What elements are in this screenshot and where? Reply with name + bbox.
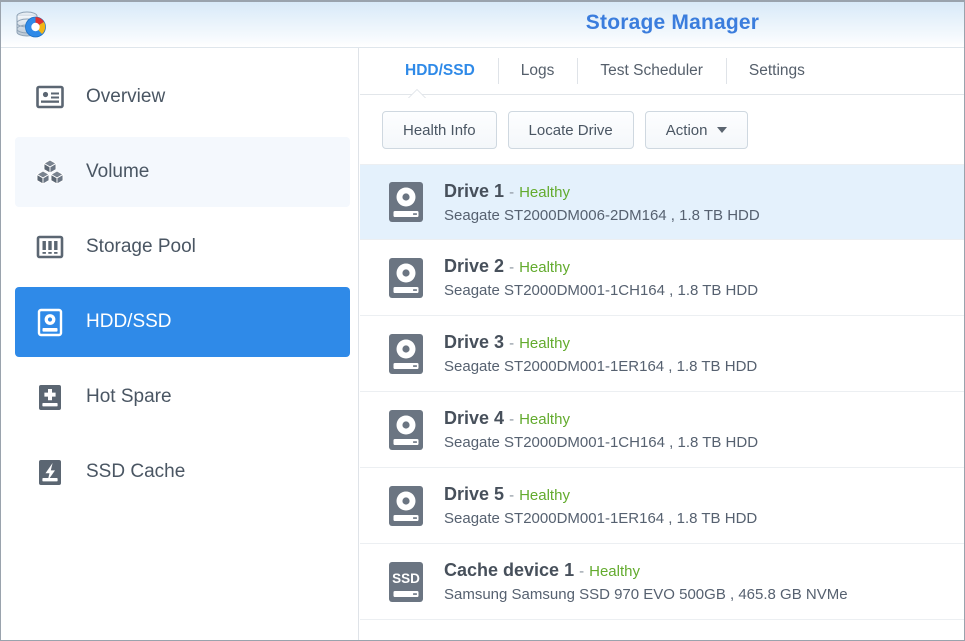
svg-text:SSD: SSD — [392, 571, 420, 586]
storage-pool-icon — [35, 232, 65, 262]
hdd-disk-icon — [382, 330, 430, 378]
drive-description: Seagate ST2000DM006-2DM164 , 1.8 TB HDD — [444, 206, 760, 224]
locate-drive-button[interactable]: Locate Drive — [507, 111, 634, 149]
drive-separator: - — [509, 411, 515, 428]
action-label: Action — [665, 121, 708, 139]
ssd-cache-bolt-icon — [35, 457, 65, 487]
overview-card-icon — [35, 82, 65, 112]
drive-title-line: Cache device 1 - Healthy — [444, 560, 848, 581]
drive-list-item[interactable]: SSD Cache device 1 - Healthy Samsung Sam… — [360, 544, 964, 620]
sidebar-item-label: Storage Pool — [86, 236, 196, 257]
drive-title-line: Drive 3 - Healthy — [444, 332, 757, 353]
drive-title-line: Drive 4 - Healthy — [444, 408, 758, 429]
hdd-ssd-disk-icon — [35, 307, 65, 337]
sidebar: Overview Volume Storage Pool HDD/SSD Hot… — [1, 48, 359, 640]
volume-cubes-icon — [35, 157, 65, 187]
drive-name: Drive 5 — [444, 484, 505, 504]
drive-status-badge: Healthy — [519, 411, 570, 428]
active-tab-caret-icon — [408, 89, 426, 99]
drive-info: Drive 5 - Healthy Seagate ST2000DM001-1E… — [444, 484, 757, 527]
drive-description: Seagate ST2000DM001-1CH164 , 1.8 TB HDD — [444, 282, 759, 299]
tab-label: HDD/SSD — [405, 62, 475, 79]
tab-logs[interactable]: Logs — [497, 48, 578, 94]
drive-info: Cache device 1 - Healthy Samsung Samsung… — [444, 560, 848, 603]
hdd-disk-icon — [382, 254, 430, 302]
drive-list: Drive 1 - Healthy Seagate ST2000DM006-2D… — [360, 164, 964, 620]
sidebar-item-label: Hot Spare — [86, 386, 172, 407]
health-info-label: Health Info — [403, 121, 476, 139]
hdd-disk-icon — [382, 178, 430, 226]
window-titlebar: Storage Manager — [1, 2, 964, 48]
sidebar-item-overview[interactable]: Overview — [15, 62, 350, 132]
window-title: Storage Manager — [585, 11, 760, 34]
sidebar-item-label: HDD/SSD — [86, 311, 172, 332]
drive-separator: - — [509, 487, 515, 504]
drive-list-item[interactable]: Drive 2 - Healthy Seagate ST2000DM001-1C… — [360, 240, 964, 316]
sidebar-item-label: Overview — [86, 86, 166, 107]
drive-separator: - — [509, 183, 515, 201]
drive-status-badge: Healthy — [519, 183, 570, 201]
drive-status-badge: Healthy — [519, 335, 570, 352]
drive-info: Drive 4 - Healthy Seagate ST2000DM001-1C… — [444, 408, 758, 451]
hot-spare-plus-icon — [35, 382, 65, 412]
drive-name: Drive 3 — [444, 332, 505, 352]
sidebar-item-volume[interactable]: Volume — [15, 137, 350, 207]
drive-description: Seagate ST2000DM001-1CH164 , 1.8 TB HDD — [444, 434, 759, 451]
drive-status-badge: Healthy — [519, 487, 570, 504]
tab-hdd-ssd[interactable]: HDD/SSD — [382, 48, 498, 94]
drive-info: Drive 1 - Healthy Seagate ST2000DM006-2D… — [444, 181, 760, 224]
drive-list-item[interactable]: Drive 1 - Healthy Seagate ST2000DM006-2D… — [360, 164, 964, 240]
drive-list-item[interactable]: Drive 4 - Healthy Seagate ST2000DM001-1C… — [360, 392, 964, 468]
drive-title-line: Drive 2 - Healthy — [444, 256, 758, 277]
sidebar-item-label: SSD Cache — [86, 461, 186, 482]
drive-info: Drive 3 - Healthy Seagate ST2000DM001-1E… — [444, 332, 757, 375]
tab-test-scheduler[interactable]: Test Scheduler — [577, 48, 726, 94]
drive-status-badge: Healthy — [519, 259, 570, 276]
locate-drive-label: Locate Drive — [528, 121, 613, 139]
sidebar-item-ssd-cache[interactable]: SSD Cache — [15, 437, 350, 507]
drive-description: Seagate ST2000DM001-1ER164 , 1.8 TB HDD — [444, 358, 758, 375]
sidebar-item-hot-spare[interactable]: Hot Spare — [15, 362, 350, 432]
tab-label: Test Scheduler — [600, 62, 703, 79]
drive-name: Drive 2 — [444, 256, 505, 276]
drive-list-item[interactable]: Drive 5 - Healthy Seagate ST2000DM001-1E… — [360, 468, 964, 544]
storage-manager-window: Storage Manager Overview Volume Storage … — [0, 0, 965, 641]
drive-name: Drive 1 — [444, 180, 505, 201]
toolbar: Health Info Locate Drive Action — [360, 95, 964, 164]
hdd-disk-icon — [382, 406, 430, 454]
health-info-button[interactable]: Health Info — [382, 111, 497, 149]
sidebar-item-label: Volume — [86, 161, 150, 182]
sidebar-item-storage-pool[interactable]: Storage Pool — [15, 212, 350, 282]
sidebar-item-hdd-ssd[interactable]: HDD/SSD — [15, 287, 350, 357]
drive-separator: - — [509, 335, 515, 352]
drive-description: Seagate ST2000DM001-1ER164 , 1.8 TB HDD — [444, 510, 758, 527]
drive-description: Samsung Samsung SSD 970 EVO 500GB , 465.… — [444, 586, 848, 603]
chevron-down-icon — [717, 127, 728, 133]
ssd-disk-icon: SSD — [382, 558, 430, 606]
tab-settings[interactable]: Settings — [725, 48, 828, 94]
drive-separator: - — [579, 563, 585, 580]
content-pane: HDD/SSD Logs Test Scheduler Settings Hea… — [360, 48, 964, 640]
drive-separator: - — [509, 259, 515, 276]
drive-status-badge: Healthy — [589, 563, 640, 580]
drive-name: Drive 4 — [444, 408, 505, 428]
drive-name: Cache device 1 — [444, 560, 575, 580]
tab-label: Settings — [748, 62, 805, 79]
action-dropdown-button[interactable]: Action — [644, 111, 749, 149]
drive-title-line: Drive 1 - Healthy — [444, 181, 760, 202]
hdd-disk-icon — [382, 482, 430, 530]
tab-bar: HDD/SSD Logs Test Scheduler Settings — [360, 48, 964, 99]
drive-title-line: Drive 5 - Healthy — [444, 484, 757, 505]
tab-label: Logs — [520, 62, 555, 79]
drive-info: Drive 2 - Healthy Seagate ST2000DM001-1C… — [444, 256, 758, 299]
drive-list-item[interactable]: Drive 3 - Healthy Seagate ST2000DM001-1E… — [360, 316, 964, 392]
